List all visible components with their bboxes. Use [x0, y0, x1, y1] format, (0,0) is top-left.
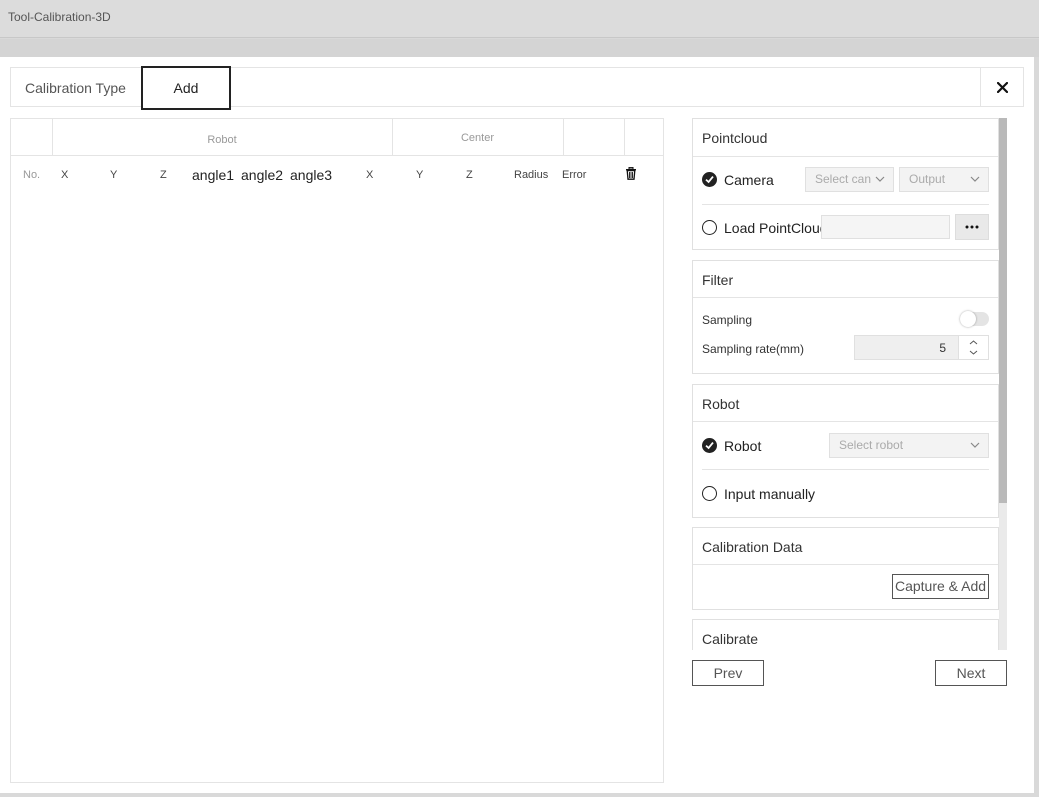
pointcloud-card: Pointcloud Camera Select can Output Load… — [692, 118, 999, 250]
pointcloud-title: Pointcloud — [702, 130, 768, 146]
chevron-down-icon — [970, 442, 980, 448]
camera-radio[interactable] — [702, 172, 717, 187]
output-select[interactable]: Output — [899, 167, 989, 192]
column-divider — [624, 119, 625, 156]
app-title: Tool-Calibration-3D — [8, 10, 111, 24]
input-manually-radio[interactable] — [702, 486, 717, 501]
camera-select[interactable]: Select can — [805, 167, 894, 192]
sampling-label: Sampling — [702, 313, 753, 327]
calibration-table: Robot Center No. X Y Z angle1 angle2 ang… — [10, 118, 664, 783]
group-header-center: Center — [460, 132, 495, 144]
column-y: Y — [110, 169, 118, 181]
sampling-rate-value: 5 — [939, 341, 946, 355]
browse-button[interactable] — [955, 214, 989, 240]
column-center-z: Z — [466, 169, 473, 181]
load-pointcloud-radio[interactable] — [702, 220, 717, 235]
calibration-data-title: Calibration Data — [702, 539, 803, 555]
toggle-knob — [960, 311, 976, 327]
prev-button[interactable]: Prev — [692, 660, 764, 686]
group-header-robot: Robot — [207, 134, 237, 146]
pointcloud-path-input[interactable] — [821, 215, 950, 239]
load-pointcloud-label: Load PointCloud — [724, 220, 828, 236]
calibrate-card: Calibrate — [692, 619, 999, 650]
trash-icon — [626, 166, 636, 180]
chevron-down-icon — [970, 176, 980, 182]
column-no: No. — [23, 169, 41, 181]
robot-radio[interactable] — [702, 438, 717, 453]
table-column-header: No. X Y Z angle1 angle2 angle3 X Y Z Rad… — [11, 156, 663, 196]
close-icon — [996, 81, 1008, 93]
calibration-data-card: Calibration Data Capture & Add — [692, 527, 999, 610]
stepper-arrows[interactable] — [958, 336, 988, 359]
robot-select[interactable]: Select robot — [829, 433, 989, 458]
column-angle3: angle3 — [290, 167, 333, 183]
dialog-window: Calibration Type Add Robot Center No. X … — [0, 57, 1034, 793]
input-manually-label: Input manually — [724, 486, 816, 502]
table-group-header: Robot Center — [11, 119, 663, 156]
close-button[interactable] — [980, 68, 1023, 106]
capture-add-button[interactable]: Capture & Add — [892, 574, 989, 599]
column-center-y: Y — [416, 169, 424, 181]
panel-scrollbar-thumb[interactable] — [999, 118, 1007, 503]
settings-panel: Pointcloud Camera Select can Output Load… — [692, 118, 999, 650]
sampling-rate-label: Sampling rate(mm) — [702, 342, 805, 356]
divider — [693, 156, 998, 157]
camera-label: Camera — [724, 172, 774, 188]
chevron-up-icon[interactable] — [969, 340, 978, 345]
calibrate-title: Calibrate — [702, 631, 759, 647]
next-button[interactable]: Next — [935, 660, 1007, 686]
toolbar-strip — [0, 39, 1039, 57]
column-angle2: angle2 — [241, 167, 284, 183]
column-radius: Radius — [514, 169, 549, 181]
divider — [702, 469, 989, 470]
column-center-x: X — [366, 169, 374, 181]
tab-calibration-type[interactable]: Calibration Type — [25, 80, 126, 96]
divider — [702, 204, 989, 205]
sampling-rate-stepper[interactable]: 5 — [854, 335, 989, 360]
dialog-header: Calibration Type Add — [10, 66, 1024, 110]
chevron-down-icon[interactable] — [969, 350, 978, 355]
robot-select-value: Select robot — [839, 438, 904, 452]
robot-card: Robot Robot Select robot Input manually — [692, 384, 999, 518]
divider — [693, 297, 998, 298]
column-error: Error — [562, 169, 587, 181]
column-z: Z — [160, 169, 167, 181]
tab-add[interactable]: Add — [141, 66, 231, 110]
divider — [693, 421, 998, 422]
title-bar: Tool-Calibration-3D — [0, 0, 1039, 38]
filter-card: Filter Sampling Sampling rate(mm) 5 — [692, 260, 999, 374]
delete-all-button[interactable] — [625, 166, 637, 185]
more-icon — [965, 225, 979, 229]
checkmark-icon — [705, 176, 714, 184]
camera-select-value: Select can — [815, 172, 872, 186]
column-x: X — [61, 169, 69, 181]
robot-title: Robot — [702, 396, 740, 412]
checkmark-icon — [705, 442, 714, 450]
filter-title: Filter — [702, 272, 734, 288]
sampling-toggle[interactable] — [960, 311, 989, 327]
output-select-value: Output — [909, 172, 946, 186]
chevron-down-icon — [875, 176, 885, 182]
robot-label: Robot — [724, 438, 762, 454]
column-angle1: angle1 — [192, 167, 235, 183]
divider — [693, 564, 998, 565]
column-divider — [563, 119, 564, 156]
